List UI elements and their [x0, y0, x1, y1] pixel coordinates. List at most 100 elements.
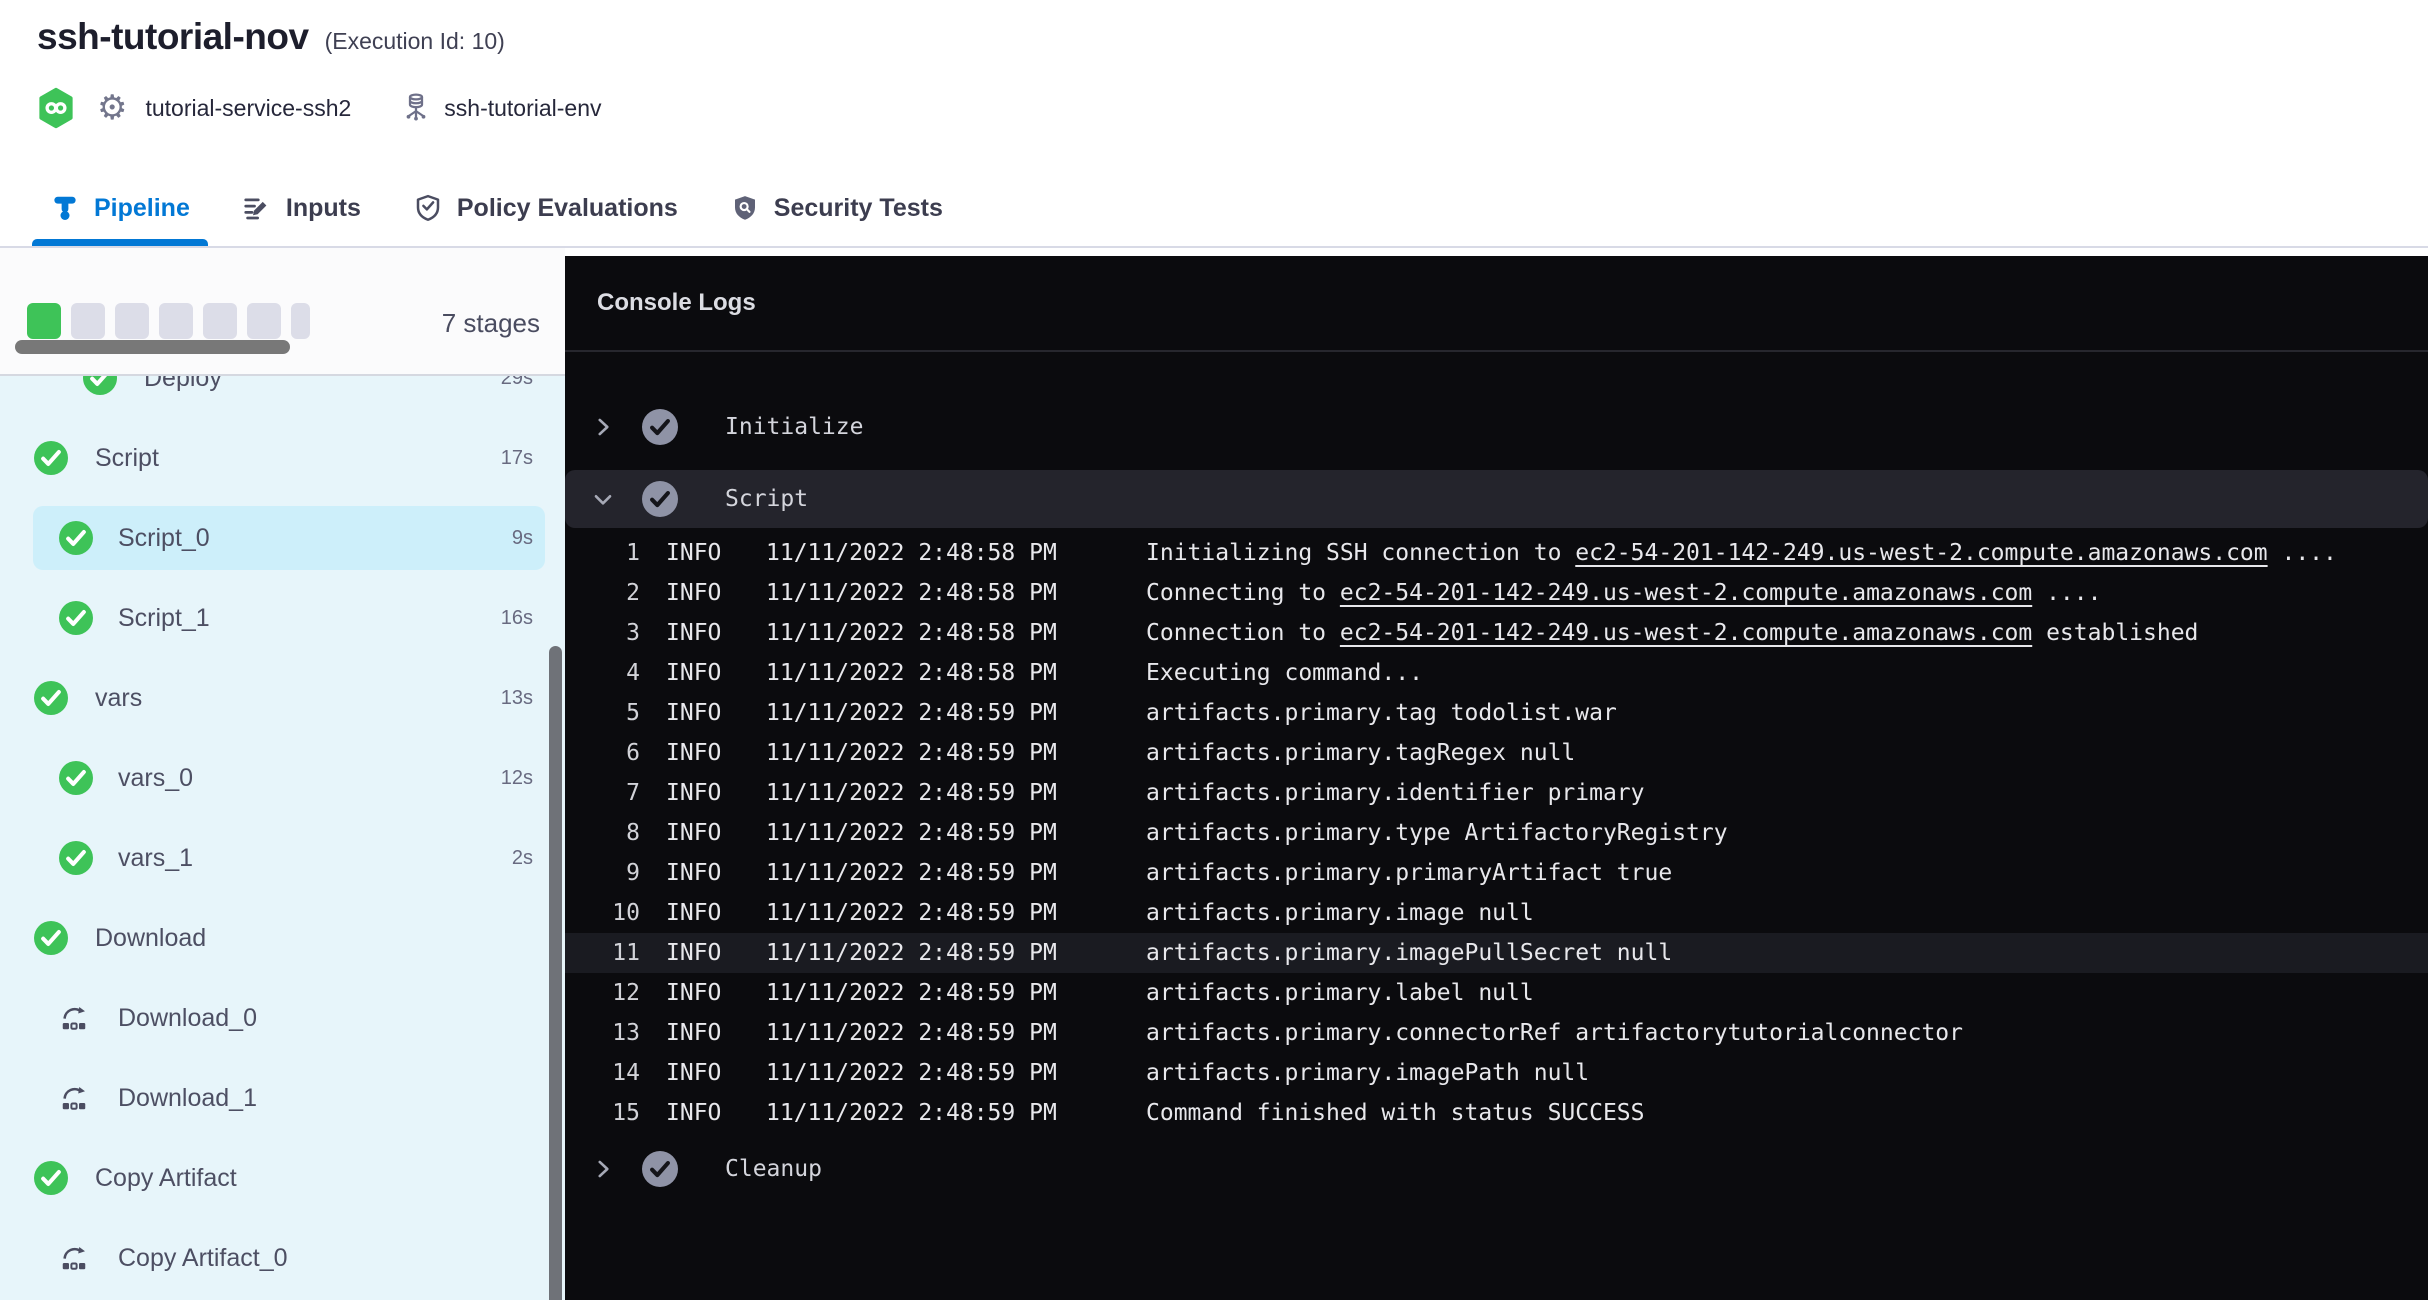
log-host-link[interactable]: ec2-54-201-142-249.us-west-2.compute.ama… [1575, 540, 2267, 566]
security-shield-icon [730, 193, 760, 223]
stage-row-label: Script_0 [118, 506, 210, 570]
log-line: 14INFO11/11/2022 2:48:59 PMartifacts.pri… [565, 1053, 2428, 1093]
vertical-scrollbar[interactable] [549, 646, 562, 1300]
stage-count-label: 7 stages [442, 308, 540, 339]
tab-policy-evaluations[interactable]: Policy Evaluations [413, 170, 678, 246]
log-host-link[interactable]: ec2-54-201-142-249.us-west-2.compute.ama… [1340, 620, 2032, 646]
stage-progress-block [159, 303, 193, 339]
log-level: INFO [666, 1053, 721, 1093]
console-log-body: InitializeScriptCleanup1INFO11/11/2022 2… [565, 352, 2428, 1300]
log-section-cleanup[interactable]: Cleanup [565, 1140, 2428, 1198]
success-check-icon [59, 521, 93, 555]
stage-row-vars[interactable]: vars 13s [0, 666, 565, 730]
tab-security-tests[interactable]: Security Tests [730, 170, 943, 246]
log-host-link[interactable]: ec2-54-201-142-249.us-west-2.compute.ama… [1340, 580, 2032, 606]
log-level: INFO [666, 693, 721, 733]
log-line-number: 6 [565, 733, 640, 773]
log-line: 6INFO11/11/2022 2:48:59 PMartifacts.prim… [565, 733, 2428, 773]
stage-row-script[interactable]: Script17s [0, 426, 565, 490]
stage-duration: 17s [501, 426, 533, 490]
tab-pipeline[interactable]: Pipeline [50, 170, 190, 246]
stage-progress-block [27, 303, 61, 339]
title-row: ssh-tutorial-nov (Execution Id: 10) [37, 16, 505, 58]
log-timestamp: 11/11/2022 2:48:59 PM [766, 693, 1057, 733]
chevron-right-icon[interactable] [590, 414, 616, 440]
console-title: Console Logs [597, 256, 756, 350]
log-level: INFO [666, 813, 721, 853]
log-section-label: Initialize [725, 398, 863, 456]
tab-label: Policy Evaluations [457, 194, 678, 223]
log-line: 10INFO11/11/2022 2:48:59 PMartifacts.pri… [565, 893, 2428, 933]
stage-duration: 13s [501, 666, 533, 730]
stage-row-label: Deploy [144, 376, 222, 410]
tab-inputs[interactable]: Inputs [242, 170, 361, 246]
stage-duration: 12s [501, 746, 533, 810]
stage-row-download[interactable]: Download [0, 906, 565, 970]
log-section-initialize[interactable]: Initialize [565, 398, 2428, 456]
stage-row-copy-artifact-0[interactable]: Copy Artifact_0 [0, 1226, 565, 1290]
stage-row-label: Download [95, 906, 206, 970]
pipeline-execution-page: ssh-tutorial-nov (Execution Id: 10) ⚙ tu… [0, 0, 2428, 1300]
log-line: 4INFO11/11/2022 2:48:58 PMExecuting comm… [565, 653, 2428, 693]
stage-row-deploy[interactable]: Deploy 29s [0, 376, 565, 410]
selected-row-highlight [33, 506, 545, 570]
log-timestamp: 11/11/2022 2:48:58 PM [766, 533, 1057, 573]
log-line: 1INFO11/11/2022 2:48:58 PMInitializing S… [565, 533, 2428, 573]
log-section-script[interactable]: Script [565, 470, 2428, 528]
stage-row-vars-0[interactable]: vars_012s [0, 746, 565, 810]
log-level: INFO [666, 533, 721, 573]
log-level: INFO [666, 1093, 721, 1133]
stage-row-script-1[interactable]: Script_1 16s [0, 586, 565, 650]
success-check-icon [59, 601, 93, 635]
stage-sidebar: 7 stages Deploy29sScript17sScript_09sScr… [0, 248, 565, 1300]
chevron-right-icon[interactable] [590, 1156, 616, 1182]
service-label[interactable]: tutorial-service-ssh2 [145, 95, 351, 122]
stage-row-copy-artifact[interactable]: Copy Artifact [0, 1146, 565, 1210]
gear-icon: ⚙ [97, 87, 127, 129]
stage-row-script-0[interactable]: Script_0 9s [0, 506, 565, 570]
log-message: artifacts.primary.tag todolist.war [1146, 693, 1617, 733]
stage-row-download-1[interactable]: Download_1 [0, 1066, 565, 1130]
log-line-number: 3 [565, 613, 640, 653]
execution-id-label: (Execution Id: 10) [325, 28, 505, 55]
log-timestamp: 11/11/2022 2:48:59 PM [766, 773, 1057, 813]
log-timestamp: 11/11/2022 2:48:58 PM [766, 653, 1057, 693]
tab-bar: Pipeline Inputs Policy Evaluations Security… [0, 170, 2428, 248]
log-line-number: 15 [565, 1093, 640, 1133]
stage-row-label: Script_1 [118, 586, 210, 650]
log-timestamp: 11/11/2022 2:48:59 PM [766, 1053, 1057, 1093]
log-timestamp: 11/11/2022 2:48:59 PM [766, 973, 1057, 1013]
log-line: 9INFO11/11/2022 2:48:59 PMartifacts.prim… [565, 853, 2428, 893]
log-line: 13INFO11/11/2022 2:48:59 PMartifacts.pri… [565, 1013, 2428, 1053]
log-timestamp: 11/11/2022 2:48:59 PM [766, 933, 1057, 973]
chevron-down-icon[interactable] [590, 486, 616, 512]
stage-duration: 9s [512, 506, 533, 570]
log-message: artifacts.primary.identifier primary [1146, 773, 1645, 813]
stage-duration: 16s [501, 586, 533, 650]
log-message: artifacts.primary.primaryArtifact true [1146, 853, 1672, 893]
log-message: artifacts.primary.connectorRef artifacto… [1146, 1013, 1963, 1053]
log-message: Connecting to ec2-54-201-142-249.us-west… [1146, 573, 2101, 613]
horizontal-scrollbar[interactable] [15, 340, 290, 354]
stage-row-vars-1[interactable]: vars_12s [0, 826, 565, 890]
meta-row: ⚙ tutorial-service-ssh2 ssh-tutorial-env [37, 86, 602, 130]
log-line: 7INFO11/11/2022 2:48:59 PMartifacts.prim… [565, 773, 2428, 813]
log-line-number: 13 [565, 1013, 640, 1053]
step-group-icon [59, 1243, 89, 1273]
log-timestamp: 11/11/2022 2:48:58 PM [766, 573, 1057, 613]
success-check-icon [59, 761, 93, 795]
stage-row-label: vars [95, 666, 142, 730]
log-line-number: 14 [565, 1053, 640, 1093]
stage-progress-block [71, 303, 105, 339]
step-group-icon [59, 1003, 89, 1033]
environment-icon [401, 91, 431, 125]
gray-check-icon [642, 1151, 678, 1187]
stage-duration: 29s [501, 376, 533, 410]
stage-list: Deploy 29s Script17s Script_0 9s Script_1 16s v… [0, 376, 565, 1300]
environment-label[interactable]: ssh-tutorial-env [444, 95, 601, 122]
log-line-number: 2 [565, 573, 640, 613]
log-message: Executing command... [1146, 653, 1423, 693]
log-section-label: Script [725, 470, 808, 528]
log-section-label: Cleanup [725, 1140, 822, 1198]
stage-row-download-0[interactable]: Download_0 [0, 986, 565, 1050]
